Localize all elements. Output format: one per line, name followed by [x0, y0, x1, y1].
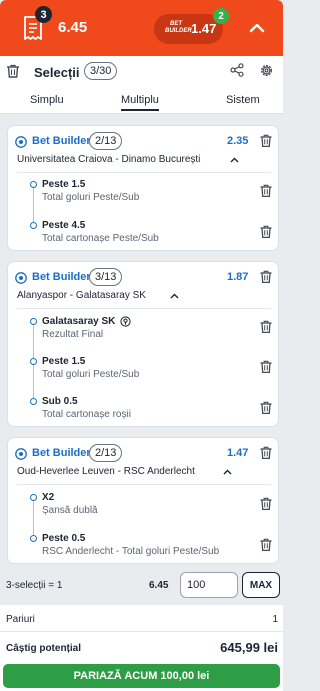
- divider: [0, 631, 283, 632]
- chevron-up-icon[interactable]: [223, 469, 232, 475]
- divider: [17, 172, 271, 173]
- selection-pick: Sub 0.5: [42, 396, 78, 407]
- soccer-ball-icon: [15, 272, 27, 284]
- trash-icon[interactable]: [260, 360, 272, 373]
- divider: [17, 484, 271, 485]
- bet-summary: Pariuri 1 Câștig potențial 645,99 lei PA…: [0, 605, 283, 691]
- selection-dot: [30, 222, 37, 229]
- bet-type-tabs: Simplu Multiplu Sistem: [0, 90, 283, 114]
- bet-builder-count-badge: 2: [213, 8, 229, 24]
- selection-dot: [30, 181, 37, 188]
- selection-pick: Peste 0.5: [42, 533, 86, 544]
- max-stake-button[interactable]: MAX: [242, 572, 280, 598]
- selection-pick: X2: [42, 492, 55, 503]
- share-icon[interactable]: [230, 63, 244, 77]
- selection-connector: [33, 185, 34, 226]
- trash-icon[interactable]: [260, 270, 272, 283]
- trash-icon[interactable]: [260, 497, 272, 510]
- bet-builder-label: Bet Builder: [32, 271, 91, 283]
- tab-sistem[interactable]: Sistem: [226, 94, 260, 106]
- selection-market: Total cartonașe Peste/Sub: [42, 233, 159, 244]
- trash-icon[interactable]: [260, 538, 272, 551]
- trash-icon[interactable]: [260, 134, 272, 147]
- selection-pick: Galatasaray SK: [42, 316, 116, 327]
- selection-pick: Peste 1.5: [42, 179, 86, 190]
- stake-odds: 6.45: [149, 580, 169, 591]
- soccer-ball-icon: [15, 448, 27, 460]
- trash-icon[interactable]: [260, 401, 272, 414]
- potential-win-value: 645,99 lei: [220, 640, 278, 655]
- card-odds: 1.47: [227, 447, 249, 459]
- tab-multiplu[interactable]: Multiplu: [121, 94, 159, 111]
- selection-connector: [33, 498, 34, 538]
- bet-builder-label: Bet Builder: [32, 447, 91, 459]
- bet-builder-card: Bet Builder 2/13 1.47 Oud-Heverlee Leuve…: [7, 437, 279, 564]
- selections-summary: 3-selecții = 1: [6, 580, 63, 591]
- selection-market: Total goluri Peste/Sub: [42, 369, 140, 380]
- trash-icon[interactable]: [260, 225, 272, 238]
- selection-dot: [30, 535, 37, 542]
- chevron-up-icon[interactable]: [230, 157, 239, 163]
- legs-counter: 3/13: [89, 268, 123, 286]
- bet-builder-label: Bet Builder: [32, 135, 91, 147]
- place-bet-button[interactable]: PARIAZĂ ACUM 100,00 lei: [3, 664, 280, 688]
- bet-builder-odds: 1.47: [191, 21, 217, 36]
- selection-market: Rezultat Final: [42, 329, 104, 340]
- selection-market: Total cartonașe roșii: [42, 409, 131, 420]
- settings-icon[interactable]: [259, 63, 274, 78]
- legs-counter: 2/13: [89, 444, 123, 462]
- legs-counter: 2/13: [89, 132, 123, 150]
- bets-value: 1: [272, 614, 278, 625]
- selection-counter: 3/30: [84, 62, 118, 80]
- soccer-ball-icon: [15, 136, 27, 148]
- betslip-header[interactable]: 3 6.45 BET BUILDER 1.47 2: [0, 0, 283, 56]
- trash-icon[interactable]: [260, 320, 272, 333]
- chevron-up-icon[interactable]: [170, 293, 179, 299]
- bet-builder-card: Bet Builder 3/13 1.87 Alanyaspor - Galat…: [7, 261, 279, 427]
- selection-dot: [30, 398, 37, 405]
- divider: [17, 308, 271, 309]
- potential-win-label: Câștig potențial: [6, 643, 82, 654]
- stake-row: 3-selecții = 1 6.45 MAX: [0, 571, 283, 601]
- selection-market: Total goluri Peste/Sub: [42, 192, 140, 203]
- trash-icon[interactable]: [6, 64, 20, 78]
- chevron-up-icon[interactable]: [247, 18, 267, 38]
- selection-market: RSC Anderlecht - Total goluri Peste/Sub: [42, 546, 220, 557]
- stake-input[interactable]: [180, 572, 238, 598]
- event-name: Alanyaspor - Galatasaray SK: [17, 290, 146, 301]
- card-odds: 1.87: [227, 271, 249, 283]
- selection-count-badge: 3: [35, 6, 52, 23]
- selection-pick: Peste 1.5: [42, 356, 86, 367]
- pin-icon: [120, 316, 131, 327]
- selections-panel: Selecții 3/30 Simplu Multiplu Sistem: [0, 56, 283, 114]
- selection-dot: [30, 318, 37, 325]
- page-title: Selecții: [34, 65, 80, 80]
- trash-icon[interactable]: [260, 446, 272, 459]
- trash-icon[interactable]: [260, 184, 272, 197]
- selection-dot: [30, 494, 37, 501]
- tab-simplu[interactable]: Simplu: [30, 94, 64, 106]
- event-name: Oud-Heverlee Leuven - RSC Anderlecht: [17, 466, 195, 477]
- bets-label: Pariuri: [6, 614, 35, 625]
- event-name: Universitatea Craiova - Dinamo București: [17, 154, 201, 165]
- selection-market: Șansă dublă: [42, 505, 98, 516]
- bet-builder-card: Bet Builder 2/13 2.35 Universitatea Crai…: [7, 125, 279, 251]
- total-odds: 6.45: [58, 19, 88, 36]
- card-odds: 2.35: [227, 135, 249, 147]
- bet-builder-logo: BET BUILDER: [165, 21, 192, 34]
- selection-dot: [30, 358, 37, 365]
- selection-pick: Peste 4.5: [42, 220, 86, 231]
